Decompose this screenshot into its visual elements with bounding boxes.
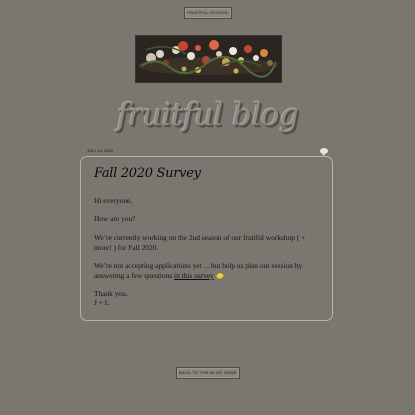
survey-link[interactable]: in this survey xyxy=(174,271,214,280)
post-signature: J + L xyxy=(94,298,110,307)
post-date: JULY 14, 2020 xyxy=(87,148,114,153)
back-to-blog-home-button[interactable]: BACK TO THE BLOG HOME xyxy=(176,367,240,379)
fruitful-school-nav-button[interactable]: FRUITFUL SCHOOL xyxy=(184,7,232,19)
post-greeting: Hi everyone, xyxy=(94,196,133,205)
post-body-workshop: We’re currently working on the 2nd seaso… xyxy=(94,233,306,252)
blog-title: fruitful blog xyxy=(116,97,299,133)
header-banner-image xyxy=(135,35,282,83)
lemon-icon xyxy=(216,272,224,279)
post-body-survey: We’re not accepting applications yet ...… xyxy=(94,261,319,281)
post-question: How are you? xyxy=(94,214,136,223)
comment-bubble-icon[interactable] xyxy=(320,148,328,156)
post-title: Fall 2020 Survey xyxy=(94,166,201,181)
